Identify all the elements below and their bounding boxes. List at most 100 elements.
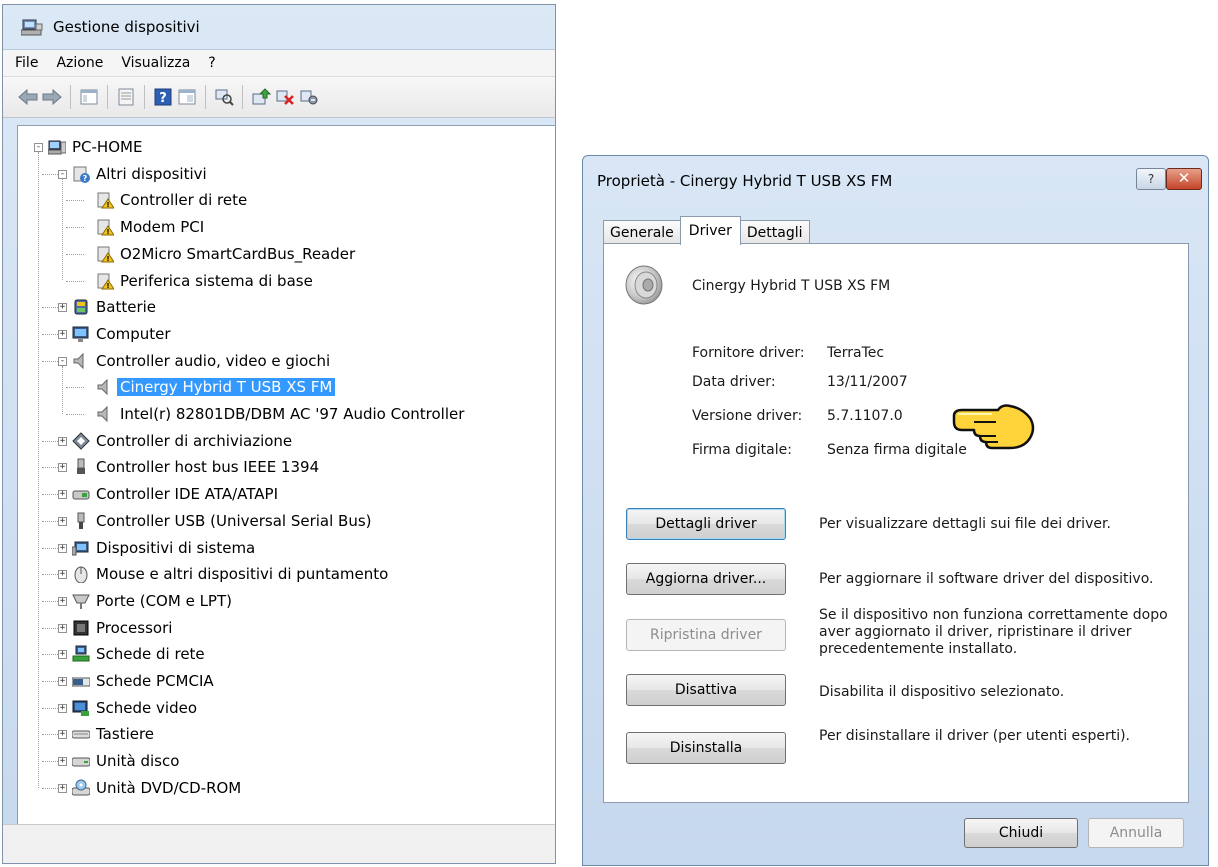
tree-item-cinergy-hybrid-t-usb-xs-fm[interactable]: Cinergy Hybrid T USB XS FM xyxy=(96,374,336,400)
tree-item-schede-di-rete[interactable]: Schede di rete xyxy=(72,641,205,667)
expand-toggle[interactable]: + xyxy=(58,757,67,767)
properties-icon[interactable] xyxy=(115,86,137,108)
tree-connector xyxy=(62,178,63,281)
tree-item-altri-dispositivi[interactable]: ? Altri dispositivi xyxy=(72,161,207,187)
collapse-toggle[interactable]: - xyxy=(58,169,67,179)
tree-item-label: Unità DVD/CD-ROM xyxy=(96,778,242,797)
tree-item-label: Controller di rete xyxy=(120,191,248,210)
expand-toggle[interactable]: + xyxy=(58,303,67,313)
scan-hardware-icon[interactable] xyxy=(213,86,235,108)
expand-toggle[interactable]: + xyxy=(58,543,67,553)
expand-toggle[interactable]: + xyxy=(58,677,67,686)
tab-driver[interactable]: Driver xyxy=(679,216,741,245)
svg-text:?: ? xyxy=(83,174,88,183)
rollback-driver-button[interactable]: Ripristina driver xyxy=(626,619,786,651)
update-driver-button[interactable]: Aggiorna driver... xyxy=(626,563,786,595)
menu-visualizza[interactable]: Visualizza xyxy=(121,53,190,73)
expand-toggle[interactable]: + xyxy=(58,703,67,713)
tree-item-dispositivi-di-sistema[interactable]: Dispositivi di sistema xyxy=(72,535,255,561)
tree-item-tastiere[interactable]: Tastiere xyxy=(72,721,154,747)
expand-toggle[interactable]: + xyxy=(58,570,67,580)
device-tree[interactable]: - PC-HOME -? Altri dispositivi! Controller d… xyxy=(17,125,555,825)
tree-item-modem-pci[interactable]: ! Modem PCI xyxy=(96,214,204,240)
collapse-toggle[interactable]: - xyxy=(34,143,43,152)
tree-item-label: Altri dispositivi xyxy=(96,164,207,183)
tree-item-porte-com-e-lpt[interactable]: Porte (COM e LPT) xyxy=(72,588,232,614)
expand-toggle[interactable]: + xyxy=(58,650,67,660)
cancel-button[interactable]: Annulla xyxy=(1088,818,1184,848)
tree-item-controller-audio-video-e-giochi[interactable]: Controller audio, video e giochi xyxy=(72,348,330,374)
show-hide-tree-icon[interactable] xyxy=(78,86,100,108)
tree-item-schede-video[interactable]: Schede video xyxy=(72,695,197,721)
uninstall-description: Per disinstallare il driver (per utenti … xyxy=(819,728,1130,744)
forward-icon[interactable] xyxy=(41,86,63,108)
tree-item-label: Computer xyxy=(96,324,171,343)
expand-toggle[interactable]: + xyxy=(58,516,67,526)
expand-toggle[interactable]: + xyxy=(58,783,67,793)
tree-connector xyxy=(66,227,84,229)
expand-toggle[interactable]: + xyxy=(58,730,67,740)
expand-toggle[interactable]: + xyxy=(58,436,67,446)
driver-details-button[interactable]: Dettagli driver xyxy=(626,508,786,540)
tab-generale[interactable]: Generale xyxy=(603,220,681,245)
menu-azione[interactable]: Azione xyxy=(56,53,103,73)
tree-item-unit-disco[interactable]: Unità disco xyxy=(72,748,179,774)
tree-item-processori[interactable]: Processori xyxy=(72,615,172,641)
tree-item-label: Schede video xyxy=(96,698,197,717)
tree-item-unit-dvd-cd-rom[interactable]: Unità DVD/CD-ROM xyxy=(72,775,241,801)
expand-toggle[interactable]: + xyxy=(58,463,67,473)
uninstall-button[interactable]: Disinstalla xyxy=(626,732,786,764)
window-title: Gestione dispositivi xyxy=(53,18,200,36)
tree-item-o2micro-smartcardbus-reader[interactable]: ! O2Micro SmartCardBus_Reader xyxy=(96,241,355,267)
tree-item-intel-r-82801db-dbm-ac-97-audio-controller[interactable]: Intel(r) 82801DB/DBM AC '97 Audio Contro… xyxy=(96,401,464,427)
uninstall-device-icon[interactable] xyxy=(298,86,320,108)
signature-value: Senza firma digitale xyxy=(827,442,967,458)
tree-item-schede-pcmcia[interactable]: Schede PCMCIA xyxy=(72,668,214,694)
network-card-icon xyxy=(72,645,90,662)
tree-item-computer[interactable]: Computer xyxy=(72,321,171,347)
tree-item-controller-di-archiviazione[interactable]: Controller di archiviazione xyxy=(72,428,292,454)
svg-text:!: ! xyxy=(106,255,109,263)
tree-item-controller-usb-universal-serial-bus[interactable]: Controller USB (Universal Serial Bus) xyxy=(72,508,372,534)
speaker-icon xyxy=(97,379,108,396)
dialog-title: Proprietà - Cinergy Hybrid T USB XS FM xyxy=(597,172,893,190)
tree-item-label: Controller audio, video e giochi xyxy=(96,351,331,370)
expand-toggle[interactable]: + xyxy=(58,329,67,339)
processor-icon xyxy=(73,620,89,636)
collapse-toggle[interactable]: - xyxy=(58,356,67,366)
date-label: Data driver: xyxy=(692,374,776,390)
update-driver-description: Per aggiornare il software driver del di… xyxy=(819,571,1154,587)
close-dialog-button[interactable]: Chiudi xyxy=(964,818,1078,848)
ieee1394-icon xyxy=(77,458,85,475)
tree-item-controller-di-rete[interactable]: ! Controller di rete xyxy=(96,187,247,213)
keyboard-icon xyxy=(72,730,90,739)
menu-help[interactable]: ? xyxy=(208,53,215,73)
warning-device-icon: ! xyxy=(97,246,114,263)
tree-item-label: Unità disco xyxy=(96,752,180,771)
tree-item-periferica-sistema-di-base[interactable]: ! Periferica sistema di base xyxy=(96,268,313,294)
pointing-hand-icon xyxy=(952,404,1035,450)
update-driver-icon[interactable] xyxy=(250,86,272,108)
expand-toggle[interactable]: + xyxy=(58,623,67,633)
tree-item-mouse-e-altri-dispositivi-di-puntamento[interactable]: Mouse e altri dispositivi di puntamento xyxy=(72,561,388,587)
tree-item-label: Schede di rete xyxy=(96,645,205,664)
disable-button[interactable]: Disattiva xyxy=(626,674,786,706)
tree-item-pc-home[interactable]: PC-HOME xyxy=(48,134,142,160)
tree-connector xyxy=(66,253,84,255)
tree-item-controller-host-bus-ieee-1394[interactable]: Controller host bus IEEE 1394 xyxy=(72,454,319,480)
expand-toggle[interactable]: + xyxy=(58,490,67,500)
tree-item-controller-ide-ata-atapi[interactable]: Controller IDE ATA/ATAPI xyxy=(72,481,278,507)
tree-item-batterie[interactable]: Batterie xyxy=(72,294,156,320)
tab-dettagli[interactable]: Dettagli xyxy=(739,220,810,245)
help-icon[interactable]: ? xyxy=(152,86,174,108)
tree-item-label: Cinergy Hybrid T USB XS FM xyxy=(117,378,336,397)
close-button[interactable]: ✕ xyxy=(1166,168,1202,190)
disable-device-icon[interactable] xyxy=(274,86,296,108)
usb-icon xyxy=(77,512,85,529)
storage-controller-icon xyxy=(72,431,90,450)
expand-toggle[interactable]: + xyxy=(58,596,67,606)
console-tree-icon[interactable] xyxy=(176,86,198,108)
back-icon[interactable] xyxy=(17,86,39,108)
help-button[interactable]: ? xyxy=(1136,168,1166,190)
menu-file[interactable]: File xyxy=(15,53,38,73)
